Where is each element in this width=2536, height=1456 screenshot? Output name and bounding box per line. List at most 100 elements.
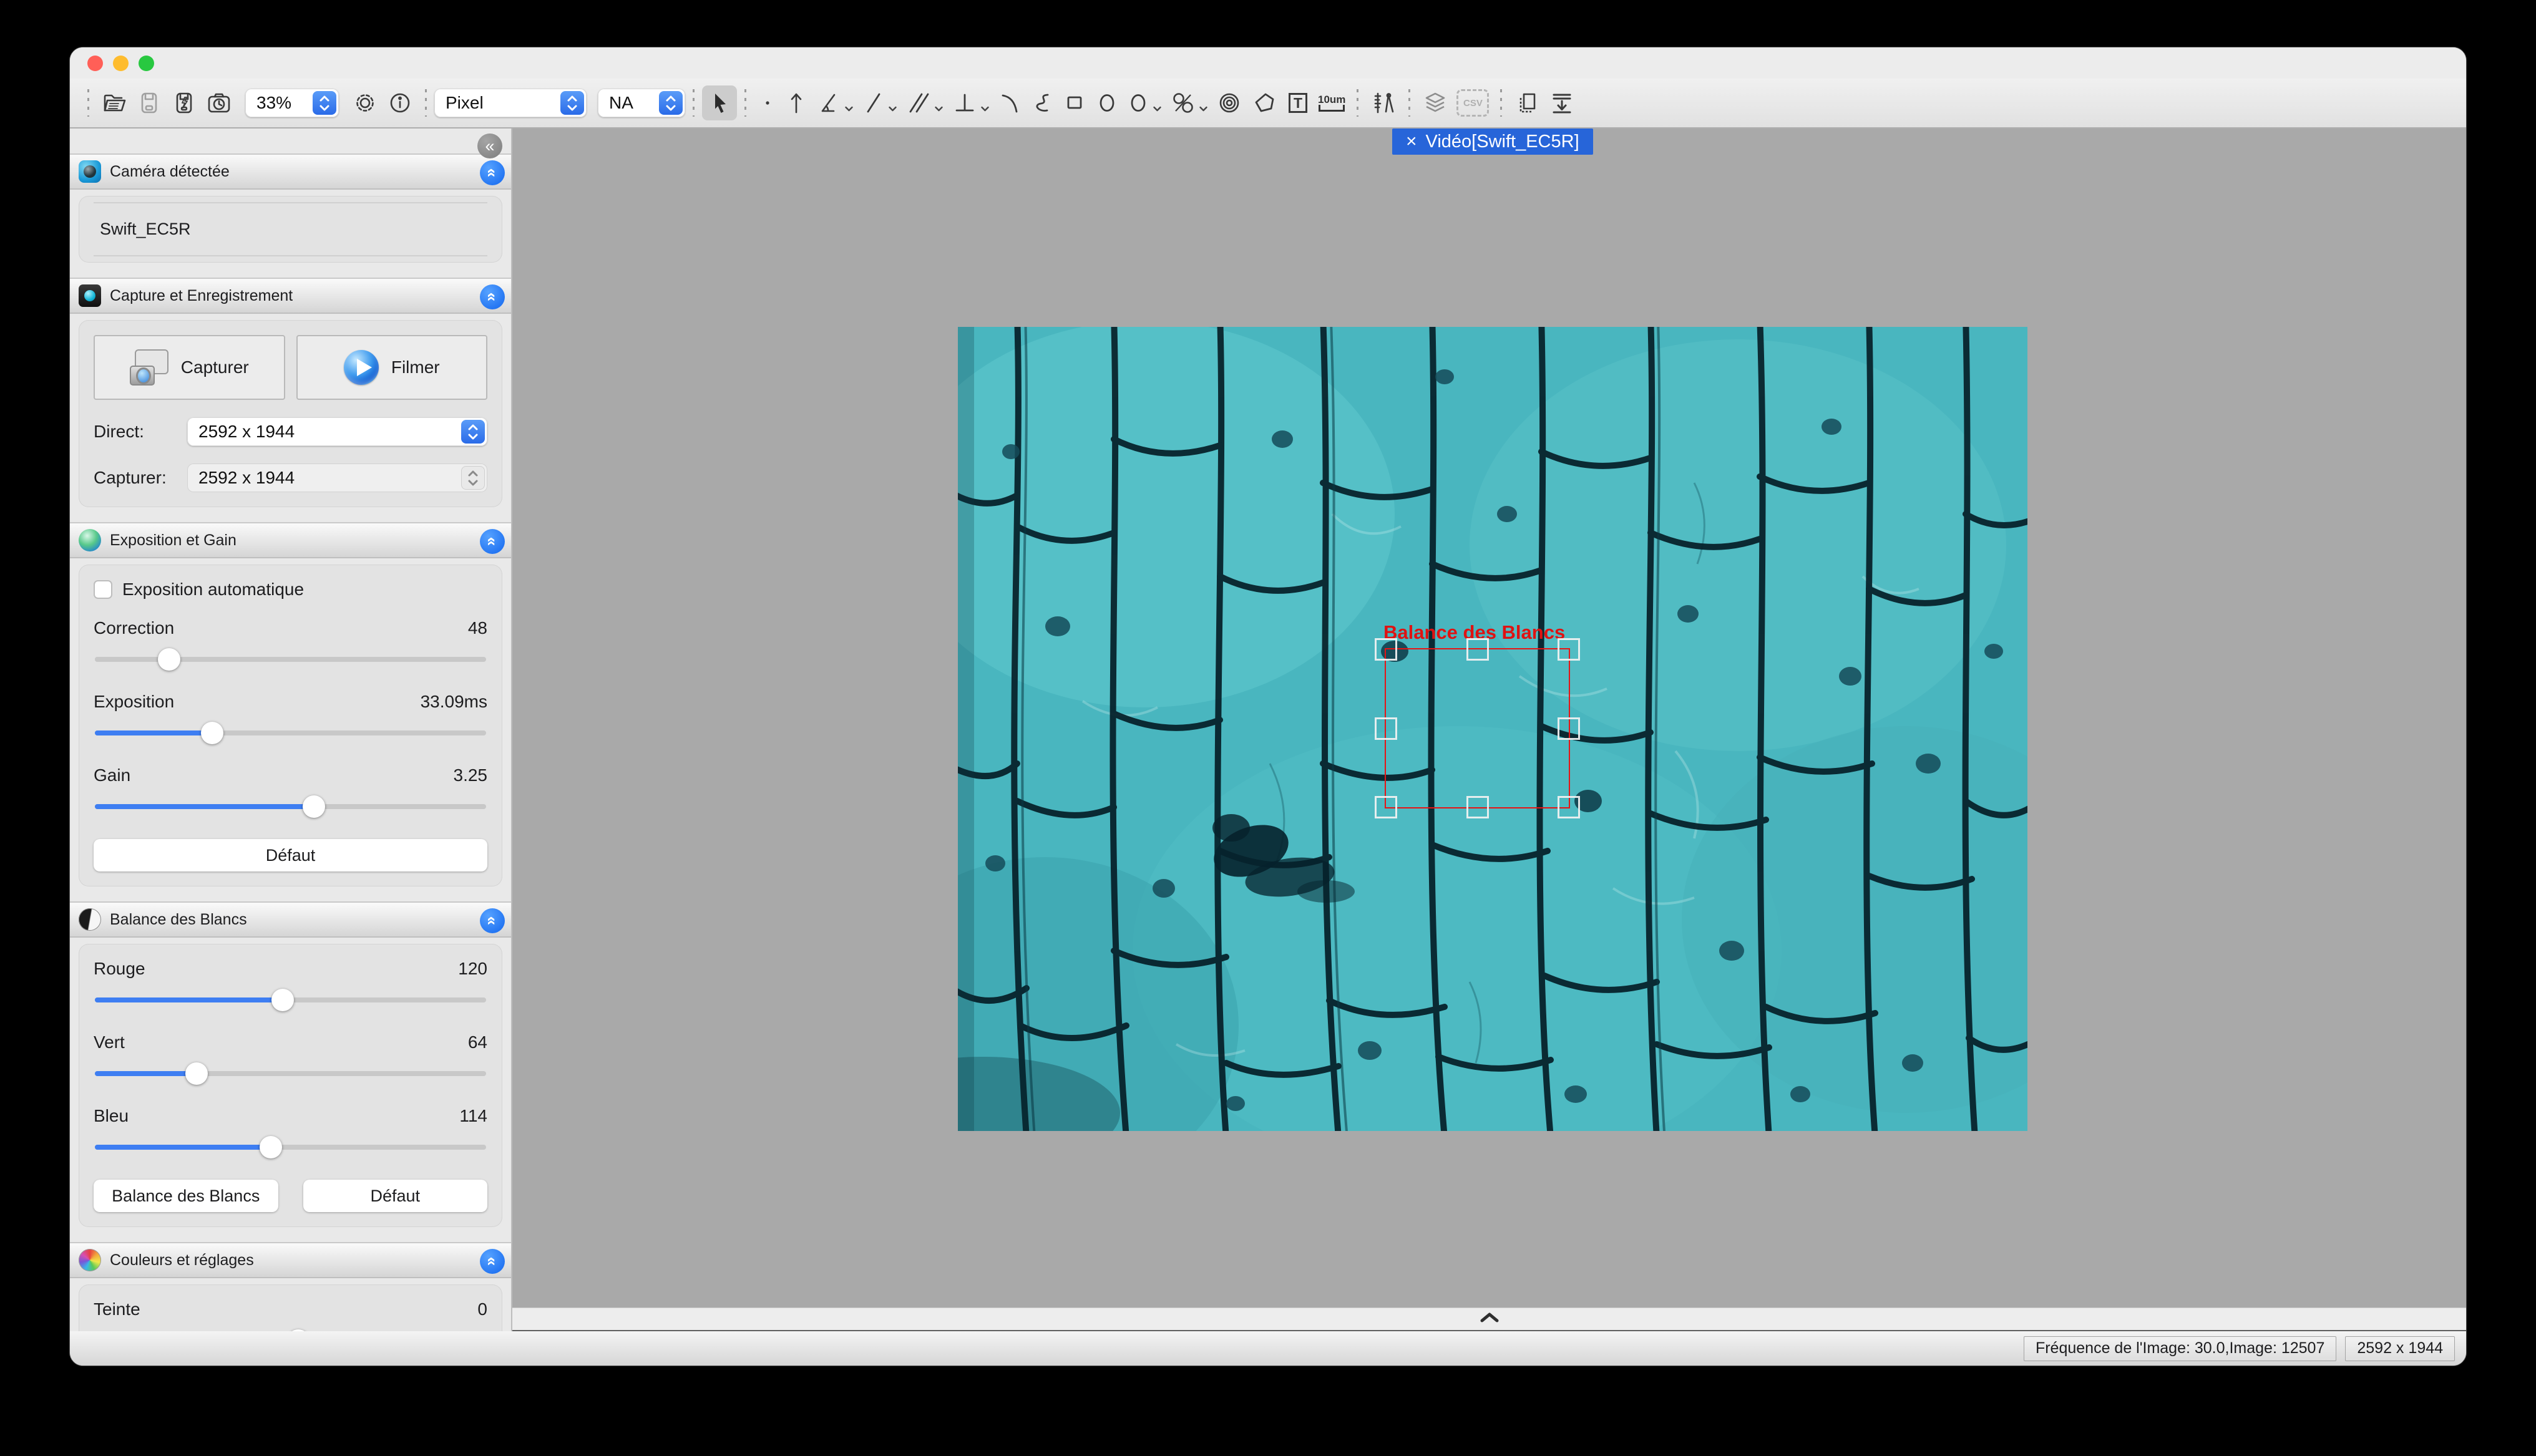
spline-tool-button[interactable] — [1026, 85, 1058, 120]
zoom-select[interactable]: 33% — [245, 89, 339, 117]
capture-resolution-select[interactable]: 2592 x 1944 — [187, 463, 487, 492]
record-button[interactable]: Filmer — [296, 335, 488, 400]
open-file-button[interactable] — [97, 85, 132, 120]
settings-button[interactable] — [348, 85, 383, 120]
ellipse-icon — [1095, 89, 1119, 117]
objective-value: NA — [609, 93, 633, 113]
panel-collapse-button[interactable]: « — [480, 908, 505, 933]
unit-select[interactable]: Pixel — [434, 89, 587, 117]
hue-value: 0 — [477, 1299, 487, 1319]
blue-slider-thumb[interactable] — [260, 1136, 282, 1158]
green-slider[interactable] — [95, 1071, 486, 1076]
red-slider[interactable] — [95, 997, 486, 1002]
angle-tool-button[interactable] — [811, 85, 857, 120]
red-label: Rouge — [94, 959, 145, 979]
roi-handle[interactable] — [1375, 717, 1397, 740]
correction-slider-thumb[interactable] — [158, 648, 180, 671]
gain-slider[interactable] — [95, 804, 486, 809]
rectangle-tool-button[interactable] — [1058, 85, 1091, 120]
panel-colors-header[interactable]: Couleurs et réglages « — [70, 1242, 511, 1278]
circle-variant-tool-button[interactable] — [1123, 85, 1166, 120]
roi-handle[interactable] — [1466, 638, 1489, 661]
main-canvas: × Vidéo[Swift_EC5R] — [512, 129, 2466, 1331]
roi-handle[interactable] — [1375, 638, 1397, 661]
ellipse-tool-button[interactable] — [1091, 85, 1123, 120]
tab-close-icon[interactable]: × — [1406, 132, 1417, 151]
camera-name[interactable]: Swift_EC5R — [94, 203, 487, 255]
minimize-window-button[interactable] — [113, 56, 129, 71]
correction-slider[interactable] — [95, 657, 486, 662]
info-icon — [386, 89, 414, 117]
stepper-icon — [313, 91, 336, 115]
panel-capture: Capture et Enregistrement « Capturer — [70, 278, 511, 507]
panel-collapse-button[interactable]: « — [480, 529, 505, 554]
panel-collapse-button[interactable]: « — [480, 284, 505, 309]
exposure-slider-thumb[interactable] — [201, 722, 223, 744]
measure-settings-button[interactable] — [1366, 85, 1401, 120]
quick-save-button[interactable] — [167, 85, 202, 120]
panel-white-balance: Balance des Blancs « Rouge 120 — [70, 901, 511, 1227]
parallel-lines-tool-button[interactable] — [901, 85, 947, 120]
export-image-button[interactable] — [1544, 85, 1579, 120]
roi-handle[interactable] — [1375, 796, 1397, 818]
concentric-circles-tool-button[interactable] — [1212, 85, 1247, 120]
blue-slider[interactable] — [95, 1145, 486, 1150]
toolbar-separator — [1357, 89, 1358, 117]
line-icon — [861, 89, 886, 117]
save-button[interactable] — [132, 85, 167, 120]
perpendicular-tool-button[interactable] — [947, 85, 993, 120]
roi-handle[interactable] — [1558, 717, 1580, 740]
live-video-image[interactable]: Balance des Blancs — [958, 327, 2027, 1131]
parallel-lines-icon — [905, 89, 932, 117]
zoom-window-button[interactable] — [139, 56, 154, 71]
arc-tool-button[interactable] — [993, 85, 1026, 120]
frame-rate-status: Fréquence de l'Image: 30.0,Image: 12507 — [2024, 1336, 2336, 1361]
gain-slider-thumb[interactable] — [303, 795, 325, 818]
panel-exposure-header[interactable]: Exposition et Gain « — [70, 522, 511, 558]
timed-capture-button[interactable] — [202, 85, 237, 120]
panel-collapse-button[interactable]: « — [480, 160, 505, 185]
copy-button[interactable] — [1509, 85, 1544, 120]
scalebar-tool-button[interactable]: 10um — [1314, 85, 1349, 120]
point-tool-button[interactable] — [754, 85, 781, 120]
white-balance-button[interactable]: Balance des Blancs — [94, 1180, 278, 1212]
panel-capture-header[interactable]: Capture et Enregistrement « — [70, 278, 511, 314]
panel-white-balance-header[interactable]: Balance des Blancs « — [70, 901, 511, 938]
arrow-up-icon — [785, 89, 807, 117]
polygon-icon — [1251, 89, 1278, 117]
polygon-tool-button[interactable] — [1247, 85, 1282, 120]
auto-exposure-checkbox[interactable] — [94, 580, 112, 599]
panel-colors: Couleurs et réglages « Teinte 0 — [70, 1242, 511, 1331]
select-tool-button[interactable] — [702, 85, 737, 120]
close-window-button[interactable] — [87, 56, 103, 71]
export-csv-button[interactable]: CSV — [1453, 85, 1493, 120]
line-tool-button[interactable] — [857, 85, 901, 120]
text-tool-button[interactable]: T — [1282, 85, 1314, 120]
panel-collapse-button[interactable]: « — [480, 1249, 505, 1274]
white-balance-default-button[interactable]: Défaut — [303, 1180, 488, 1212]
exposure-slider[interactable] — [95, 730, 486, 735]
red-slider-thumb[interactable] — [271, 989, 294, 1011]
direct-resolution-select[interactable]: 2592 x 1944 — [187, 417, 487, 446]
stepper-icon — [560, 91, 584, 115]
roi-handle[interactable] — [1558, 638, 1580, 661]
sidebar-collapse-button[interactable]: « — [477, 133, 502, 158]
capture-button[interactable]: Capturer — [94, 335, 285, 400]
bottom-panel-toggle[interactable] — [512, 1308, 2466, 1331]
roi-handle[interactable] — [1466, 796, 1489, 818]
toolbar: 33% Pixel — [70, 79, 2466, 129]
linked-circles-tool-button[interactable] — [1166, 85, 1212, 120]
info-button[interactable] — [383, 85, 417, 120]
arrow-tool-button[interactable] — [781, 85, 811, 120]
panel-camera-header[interactable]: Caméra détectée « — [70, 153, 511, 190]
roi-handle[interactable] — [1558, 796, 1580, 818]
green-slider-thumb[interactable] — [185, 1062, 208, 1085]
white-balance-roi[interactable] — [1385, 648, 1570, 808]
video-tab[interactable]: × Vidéo[Swift_EC5R] — [1392, 129, 1593, 155]
layers-button[interactable] — [1418, 85, 1453, 120]
app-window: 33% Pixel — [69, 47, 2467, 1366]
exposure-default-button[interactable]: Défaut — [94, 839, 487, 871]
objective-select[interactable]: NA — [598, 89, 685, 117]
camera-timer-icon — [205, 89, 233, 117]
scalebar-bracket-icon — [1319, 105, 1345, 112]
